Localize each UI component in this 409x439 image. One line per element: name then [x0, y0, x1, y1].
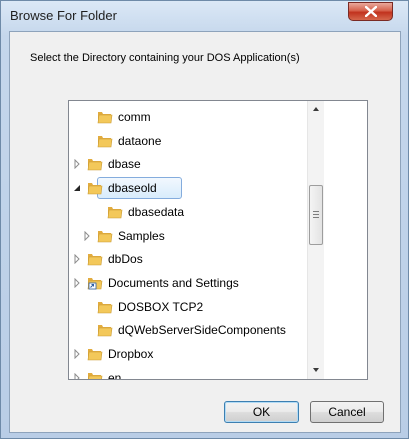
grip-line	[313, 217, 319, 218]
tree-item-label: Samples	[118, 228, 165, 243]
shortcut-folder-icon	[87, 277, 103, 290]
scroll-down-button[interactable]	[308, 361, 324, 378]
tree-scrollbar[interactable]	[307, 101, 324, 379]
tree-item-label: dbasedata	[128, 204, 185, 219]
folder-icon	[107, 206, 123, 219]
tree-item-label: Dropbox	[108, 347, 154, 361]
up-arrow-icon	[313, 107, 319, 111]
ok-button[interactable]: OK	[224, 401, 299, 423]
down-arrow-icon	[313, 368, 319, 372]
folder-icon	[97, 230, 113, 242]
tree-item-label: dQWebServerSideComponents	[118, 323, 286, 338]
cancel-button[interactable]: Cancel	[310, 401, 384, 423]
window-title: Browse For Folder	[10, 8, 117, 23]
folder-icon	[97, 325, 113, 337]
folder-icon	[87, 159, 103, 171]
title-bar[interactable]: Browse For Folder	[1, 1, 408, 31]
instruction-text: Select the Directory containing your DOS…	[30, 52, 300, 64]
close-button[interactable]	[348, 2, 393, 21]
tree-item-label: DOSBOX TCP2	[118, 299, 204, 314]
folder-icon	[87, 349, 103, 361]
tree-item-label: dbaseold	[108, 181, 157, 196]
tree-item-label: en	[108, 370, 122, 380]
collapsed-arrow-icon[interactable]	[73, 372, 81, 380]
scroll-up-button[interactable]	[308, 101, 324, 118]
folder-icon	[87, 254, 103, 266]
collapsed-arrow-icon[interactable]	[73, 254, 81, 265]
expanded-arrow-icon[interactable]	[73, 183, 81, 193]
grip-line	[313, 211, 319, 212]
tree-item-label: dataone	[118, 133, 162, 148]
collapsed-arrow-icon[interactable]	[73, 277, 81, 288]
tree-item-label: Documents and Settings	[108, 275, 239, 290]
folder-icon	[97, 301, 113, 313]
folder-icon	[97, 112, 113, 124]
tree-item-label: dbase	[108, 157, 141, 172]
collapsed-arrow-icon[interactable]	[73, 349, 81, 359]
collapsed-arrow-icon[interactable]	[73, 159, 81, 170]
close-icon	[365, 6, 377, 17]
tree-item-label: comm	[118, 110, 151, 124]
folder-icon	[88, 372, 103, 379]
folder-icon	[97, 135, 113, 147]
grip-line	[313, 214, 319, 215]
scroll-thumb[interactable]	[309, 185, 323, 245]
collapsed-arrow-icon[interactable]	[83, 230, 91, 241]
folder-icon	[87, 183, 103, 195]
tree-item-label: dbDos	[108, 252, 143, 267]
